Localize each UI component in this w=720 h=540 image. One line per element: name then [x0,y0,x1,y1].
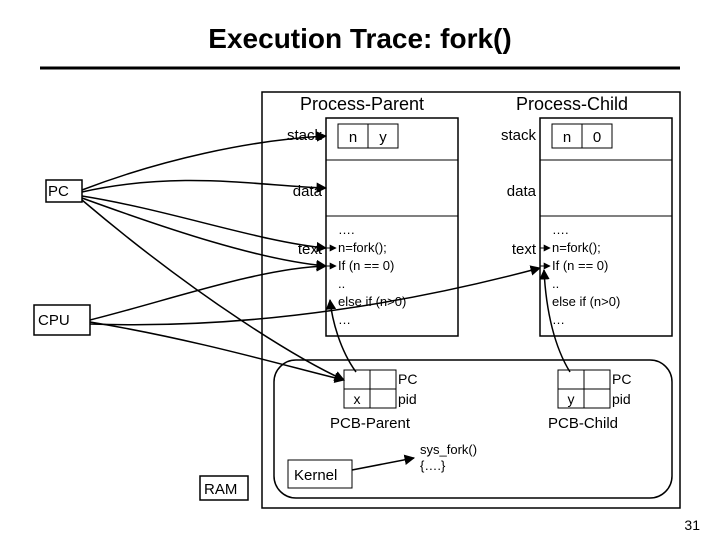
pcb-parent-label: PCB-Parent [330,415,411,432]
child-code-3: .. [552,276,559,291]
ram-label: RAM [204,481,237,498]
pcb-child-label: PCB-Child [548,415,618,432]
child-n-value: 0 [593,129,601,146]
parent-header: Process-Parent [300,94,424,114]
pcb-child-pid: pid [612,391,631,407]
pcb-parent-pid-value: x [354,391,361,407]
child-segments: stack data text n 0 …. n=fork(); If (n =… [501,118,672,336]
page-title: Execution Trace: fork() [208,23,511,54]
parent-n-label: n [349,129,357,146]
parent-data-label: data [293,183,323,200]
parent-code-1: n=fork(); [338,240,387,255]
pcb-parent-pc: PC [398,371,417,387]
pcb-child-pc: PC [612,371,631,387]
child-stack-label: stack [501,127,537,144]
syscall-code-1: sys_fork() [420,442,477,457]
kernel-label: Kernel [294,467,337,484]
pcb-parent-pid: pid [398,391,417,407]
parent-code-3: .. [338,276,345,291]
parent-code-4: else if (n>0) [338,294,406,309]
syscall-code-2: {….} [420,458,446,473]
child-code-5: … [552,312,565,327]
child-code-1: n=fork(); [552,240,601,255]
child-data-label: data [507,183,537,200]
child-header: Process-Child [516,94,628,114]
parent-code-dots: …. [338,222,355,237]
child-code-4: else if (n>0) [552,294,620,309]
page-number: 31 [684,517,700,533]
pcb-child-pid-value: y [568,391,575,407]
parent-text-label: text [298,241,323,258]
parent-code-5: … [338,312,351,327]
parent-stack-label: stack [287,127,323,144]
pc-label: PC [48,183,69,200]
child-code-dots: …. [552,222,569,237]
parent-n-value: y [379,129,387,146]
parent-segments: stack data text n y …. n=fork(); If (n =… [287,118,458,336]
child-n-label: n [563,129,571,146]
child-code-2: If (n == 0) [552,258,608,273]
parent-code-2: If (n == 0) [338,258,394,273]
cpu-label: CPU [38,312,70,329]
child-text-label: text [512,241,537,258]
